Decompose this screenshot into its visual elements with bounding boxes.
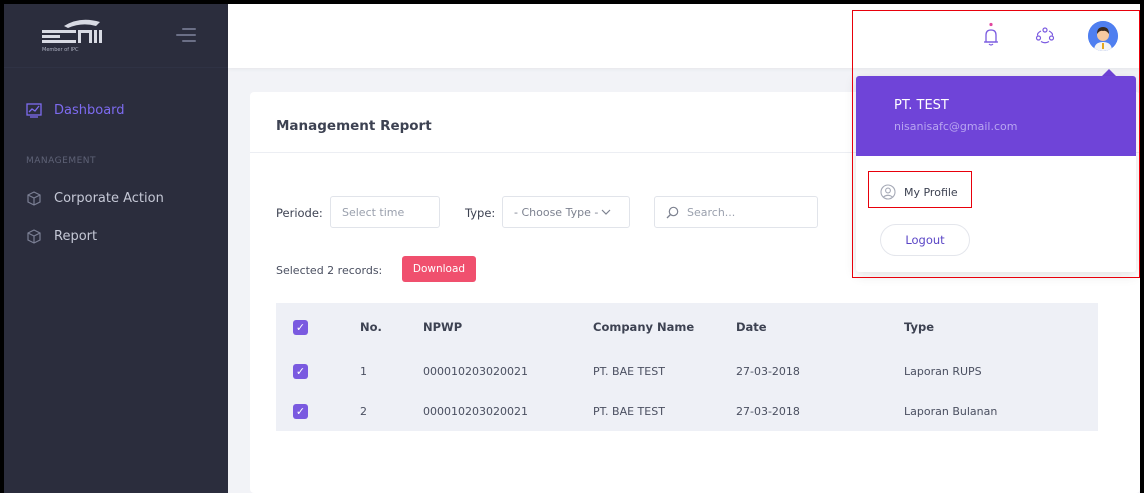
profile-email: nisanisafc@gmail.com bbox=[894, 120, 1018, 133]
box-icon bbox=[27, 191, 41, 206]
cell-no: 2 bbox=[360, 404, 367, 418]
logout-button[interactable]: Logout bbox=[880, 224, 970, 256]
profile-dropdown: PT. TEST nisanisafc@gmail.com My Profile… bbox=[856, 76, 1136, 272]
download-button[interactable]: Download bbox=[402, 256, 476, 282]
table-row[interactable]: ✓ 2 000010203020021 PT. BAE TEST 27-03-2… bbox=[276, 391, 1098, 431]
table-header: ✓ No. NPWP Company Name Date Type bbox=[276, 303, 1098, 351]
search-input[interactable]: Search... bbox=[654, 196, 818, 228]
periode-placeholder: Select time bbox=[342, 205, 405, 219]
page-title: Management Report bbox=[276, 118, 432, 134]
type-label: Type: bbox=[465, 206, 496, 220]
sidebar: Member of IPC Dashboard MANAGEMENT Corpo… bbox=[4, 4, 228, 493]
top-bar bbox=[228, 4, 1140, 68]
sidebar-item-dashboard[interactable]: Dashboard bbox=[26, 102, 125, 118]
cell-date: 27-03-2018 bbox=[736, 404, 800, 418]
menu-toggle-icon[interactable] bbox=[174, 26, 196, 44]
chart-icon bbox=[26, 103, 42, 118]
column-header-npwp: NPWP bbox=[423, 320, 463, 334]
team-icon[interactable] bbox=[1034, 22, 1056, 48]
box-icon bbox=[27, 229, 41, 244]
cell-no: 1 bbox=[360, 364, 367, 378]
periode-select[interactable]: Select time bbox=[330, 196, 440, 228]
profile-header: PT. TEST nisanisafc@gmail.com bbox=[856, 76, 1136, 156]
periode-label: Periode: bbox=[276, 206, 323, 220]
avatar[interactable] bbox=[1088, 21, 1118, 51]
select-all-checkbox[interactable]: ✓ bbox=[293, 319, 308, 335]
column-header-date: Date bbox=[736, 320, 767, 334]
search-icon bbox=[666, 206, 679, 218]
cell-company: PT. BAE TEST bbox=[593, 364, 665, 378]
my-profile-link[interactable]: My Profile bbox=[874, 176, 976, 208]
column-header-company: Company Name bbox=[593, 320, 695, 334]
cell-company: PT. BAE TEST bbox=[593, 404, 665, 418]
type-placeholder: - Choose Type - bbox=[514, 205, 599, 219]
row-checkbox[interactable]: ✓ bbox=[293, 363, 308, 379]
cell-date: 27-03-2018 bbox=[736, 364, 800, 378]
type-select[interactable]: - Choose Type - bbox=[502, 196, 630, 228]
user-avatar-icon bbox=[1088, 21, 1118, 51]
search-placeholder: Search... bbox=[687, 205, 736, 219]
chevron-down-icon bbox=[601, 209, 611, 215]
cell-npwp: 000010203020021 bbox=[423, 404, 528, 418]
table-row[interactable]: ✓ 1 000010203020021 PT. BAE TEST 27-03-2… bbox=[276, 351, 1098, 391]
cell-npwp: 000010203020021 bbox=[423, 364, 528, 378]
my-profile-label: My Profile bbox=[904, 185, 958, 199]
bell-icon[interactable] bbox=[980, 22, 1002, 48]
logo-bar: Member of IPC bbox=[4, 4, 228, 68]
sidebar-item-report[interactable]: Report bbox=[26, 228, 97, 244]
sidebar-item-label: Dashboard bbox=[54, 102, 125, 118]
user-circle-icon bbox=[880, 184, 896, 200]
row-checkbox[interactable]: ✓ bbox=[293, 403, 308, 419]
sidebar-item-corporate-action[interactable]: Corporate Action bbox=[26, 190, 164, 206]
sidebar-item-label: Corporate Action bbox=[54, 190, 164, 206]
sidebar-item-label: Report bbox=[54, 228, 98, 244]
report-table: ✓ No. NPWP Company Name Date Type ✓ 1 00… bbox=[276, 303, 1098, 431]
app-window: Member of IPC Dashboard MANAGEMENT Corpo… bbox=[4, 4, 1140, 493]
edii-logo: Member of IPC bbox=[42, 19, 102, 53]
table-body: ✓ 1 000010203020021 PT. BAE TEST 27-03-2… bbox=[276, 351, 1098, 431]
column-header-type: Type bbox=[904, 320, 935, 334]
selected-records-text: Selected 2 records: bbox=[276, 264, 383, 277]
sidebar-section-label: MANAGEMENT bbox=[26, 156, 96, 166]
svg-text:Member of IPC: Member of IPC bbox=[42, 47, 79, 53]
profile-name: PT. TEST bbox=[894, 98, 949, 113]
column-header-no: No. bbox=[360, 320, 382, 334]
cell-type: Laporan RUPS bbox=[904, 364, 982, 378]
cell-type: Laporan Bulanan bbox=[904, 404, 998, 418]
